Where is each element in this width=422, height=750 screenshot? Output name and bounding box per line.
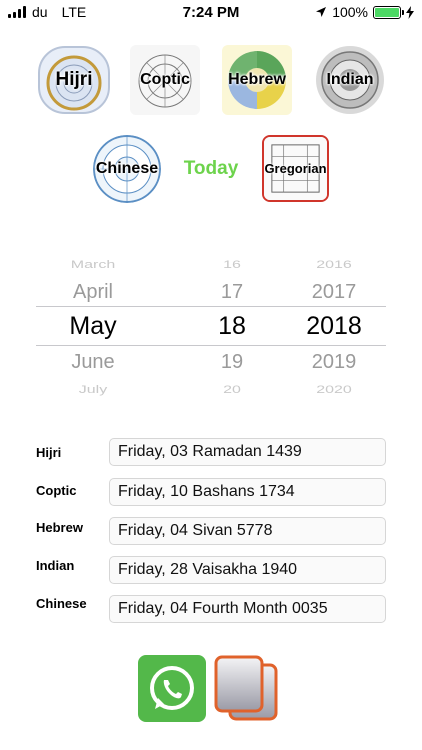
hijri-result-label: Hijri bbox=[36, 445, 62, 460]
picker-year[interactable]: 2017 bbox=[276, 277, 392, 307]
battery-percent: 100% bbox=[332, 4, 368, 20]
picker-year[interactable]: 2019 bbox=[276, 347, 392, 377]
copy-icon bbox=[214, 655, 278, 721]
whatsapp-icon bbox=[150, 665, 194, 710]
coptic-result-field[interactable]: Friday, 10 Bashans 1734 bbox=[109, 478, 386, 506]
picker-day[interactable]: 16 bbox=[186, 255, 278, 276]
hebrew-calendar-button[interactable]: Hebrew bbox=[222, 45, 292, 115]
picker-row[interactable]: April 17 2017 bbox=[36, 277, 386, 307]
gregorian-calendar-label: Gregorian bbox=[264, 161, 327, 176]
picker-row[interactable]: June 19 2019 bbox=[36, 347, 386, 377]
status-right: 100% bbox=[315, 4, 414, 20]
charging-bolt-icon bbox=[406, 5, 414, 19]
hijri-result-field[interactable]: Friday, 03 Ramadan 1439 bbox=[109, 438, 386, 466]
location-arrow-icon bbox=[316, 7, 327, 17]
hebrew-result-field[interactable]: Friday, 04 Sivan 5778 bbox=[109, 517, 386, 545]
hebrew-result-label: Hebrew bbox=[36, 520, 83, 535]
whatsapp-share-button[interactable] bbox=[138, 655, 206, 722]
picker-day[interactable]: 17 bbox=[186, 277, 278, 307]
hijri-calendar-label: Hijri bbox=[55, 69, 93, 90]
picker-row[interactable]: March 16 2016 bbox=[36, 255, 386, 276]
picker-year[interactable]: 2016 bbox=[276, 255, 392, 276]
picker-month[interactable]: April bbox=[36, 277, 150, 307]
coptic-calendar-label: Coptic bbox=[140, 71, 190, 88]
picker-day[interactable]: 19 bbox=[186, 347, 278, 377]
coptic-result-label: Coptic bbox=[36, 483, 77, 498]
chinese-result-field[interactable]: Friday, 04 Fourth Month 0035 bbox=[109, 595, 386, 623]
hijri-calendar-button[interactable]: Hijri bbox=[37, 45, 111, 115]
indian-result-label: Indian bbox=[36, 558, 75, 573]
picker-year-selected[interactable]: 2018 bbox=[276, 311, 392, 341]
status-bar: du LTE 7:24 PM 100% bbox=[0, 0, 422, 24]
chinese-calendar-label: Chinese bbox=[95, 160, 159, 177]
picker-month[interactable]: June bbox=[36, 347, 150, 377]
picker-row-selected[interactable]: May 18 2018 bbox=[36, 311, 386, 341]
battery-icon bbox=[373, 5, 404, 19]
coptic-calendar-button[interactable]: Coptic bbox=[130, 45, 200, 115]
date-picker[interactable]: March 16 2016 April 17 2017 May 18 2018 … bbox=[36, 250, 386, 400]
hebrew-calendar-label: Hebrew bbox=[228, 71, 286, 88]
picker-month[interactable]: March bbox=[36, 255, 150, 276]
picker-selection-line-bottom bbox=[36, 345, 386, 346]
indian-calendar-label: Indian bbox=[326, 71, 374, 88]
picker-row[interactable]: July 20 2020 bbox=[36, 380, 386, 401]
picker-day-selected[interactable]: 18 bbox=[186, 311, 278, 341]
picker-month[interactable]: July bbox=[36, 380, 150, 401]
indian-result-field[interactable]: Friday, 28 Vaisakha 1940 bbox=[109, 556, 386, 584]
picker-year[interactable]: 2020 bbox=[276, 380, 392, 401]
chinese-calendar-button[interactable]: Chinese bbox=[93, 135, 161, 203]
picker-day[interactable]: 20 bbox=[186, 380, 278, 401]
indian-calendar-button[interactable]: Indian bbox=[315, 45, 385, 115]
copy-button[interactable] bbox=[212, 655, 280, 722]
chinese-result-label: Chinese bbox=[36, 596, 87, 611]
gregorian-calendar-button[interactable]: Gregorian bbox=[262, 135, 329, 202]
today-button[interactable]: Today bbox=[178, 155, 244, 183]
picker-month-selected[interactable]: May bbox=[36, 311, 150, 341]
